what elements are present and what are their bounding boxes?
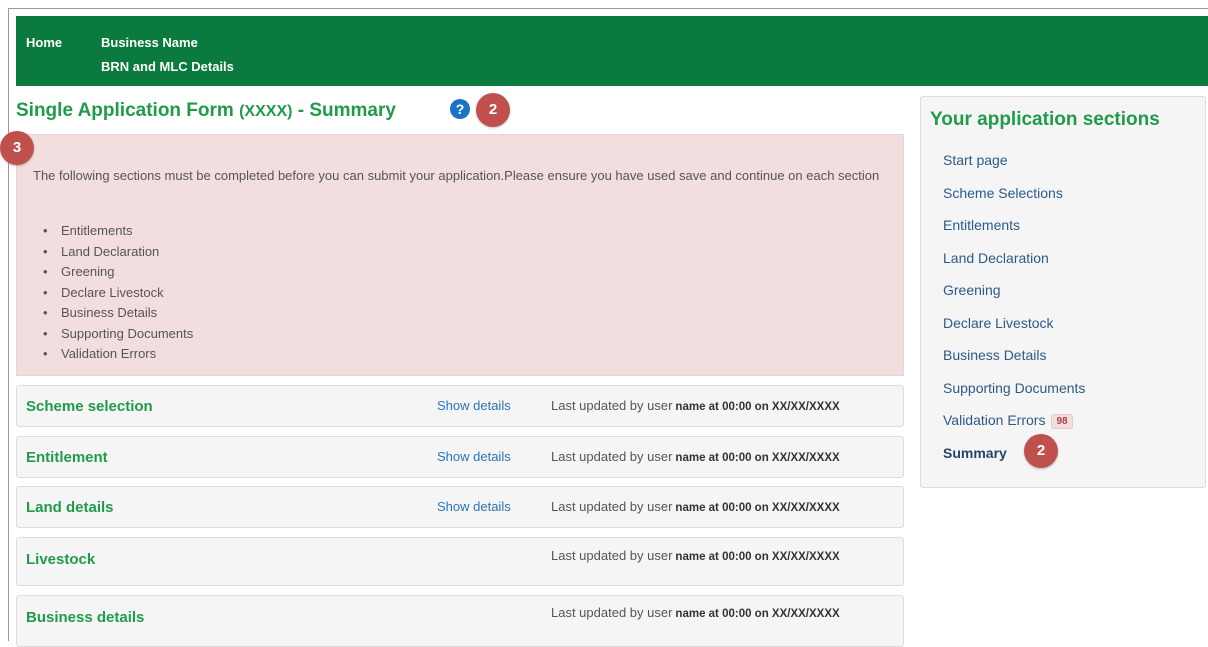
show-details-link[interactable]: Show details [437, 398, 511, 413]
list-item: Greening [39, 262, 193, 283]
sidebar-item-declare-livestock[interactable]: Declare Livestock [943, 315, 1085, 348]
business-name: Business Name [101, 35, 198, 50]
section-title: Business details [26, 609, 145, 626]
page-title: Single Application Form (XXXX) - Summary [16, 100, 396, 122]
callout-marker-alert: 3 [0, 131, 34, 165]
sidebar-item-label: Validation Errors [943, 412, 1046, 428]
list-item: Land Declaration [39, 242, 193, 263]
help-icon[interactable]: ? [450, 99, 470, 119]
sidebar-item-land-declaration[interactable]: Land Declaration [943, 250, 1085, 283]
sidebar-item-summary[interactable]: Summary [943, 445, 1085, 478]
list-item: Declare Livestock [39, 283, 193, 304]
section-panel-scheme-selection[interactable]: Scheme selection Show details Last updat… [16, 385, 904, 427]
section-panel-business-details[interactable]: Business details Last updated by user nam… [16, 595, 904, 647]
sidebar-item-business-details[interactable]: Business Details [943, 347, 1085, 380]
last-updated: Last updated by user name at 00:00 on XX/… [551, 449, 840, 464]
last-updated: Last updated by user name at 00:00 on XX/… [551, 548, 840, 563]
section-panel-land-details[interactable]: Land details Show details Last updated b… [16, 486, 904, 528]
page-title-code: (XXXX) [239, 103, 293, 120]
application-sections-sidebar: Your application sections Start page Sch… [920, 96, 1206, 488]
last-updated: Last updated by user name at 00:00 on XX/… [551, 499, 840, 514]
callout-marker-title: 2 [476, 93, 510, 127]
list-item: Supporting Documents [39, 324, 193, 345]
sidebar-item-validation-errors[interactable]: Validation Errors 98 [943, 412, 1085, 445]
error-count-badge: 98 [1051, 414, 1073, 429]
show-details-link[interactable]: Show details [437, 499, 511, 514]
last-updated: Last updated by user name at 00:00 on XX/… [551, 605, 840, 620]
section-title: Land details [26, 499, 114, 516]
page-title-suffix: - Summary [297, 100, 396, 121]
top-navigation-bar: Home Business Name BRN and MLC Details [16, 16, 1208, 86]
page-title-main: Single Application Form [16, 100, 234, 121]
sidebar-item-scheme-selections[interactable]: Scheme Selections [943, 185, 1085, 218]
section-title: Scheme selection [26, 398, 153, 415]
sidebar-nav: Start page Scheme Selections Entitlement… [943, 152, 1085, 477]
section-title: Livestock [26, 551, 96, 568]
last-updated: Last updated by user name at 00:00 on XX/… [551, 398, 840, 413]
section-panel-livestock[interactable]: Livestock Last updated by user name at 00… [16, 537, 904, 586]
callout-marker-summary: 2 [1024, 434, 1058, 468]
list-item: Validation Errors [39, 344, 193, 365]
section-title: Entitlement [26, 449, 108, 466]
sidebar-item-start-page[interactable]: Start page [943, 152, 1085, 185]
list-item: Entitlements [39, 221, 193, 242]
sidebar-item-greening[interactable]: Greening [943, 282, 1085, 315]
validation-alert: The following sections must be completed… [16, 134, 904, 376]
sidebar-item-entitlements[interactable]: Entitlements [943, 217, 1085, 250]
alert-message: The following sections must be completed… [33, 168, 880, 183]
sidebar-title: Your application sections [930, 109, 1160, 130]
sidebar-item-supporting-documents[interactable]: Supporting Documents [943, 380, 1085, 413]
incomplete-sections-list: Entitlements Land Declaration Greening D… [39, 221, 193, 365]
section-panel-entitlement[interactable]: Entitlement Show details Last updated by… [16, 436, 904, 478]
home-link[interactable]: Home [26, 35, 62, 50]
brn-mlc-details: BRN and MLC Details [101, 59, 234, 74]
list-item: Business Details [39, 303, 193, 324]
show-details-link[interactable]: Show details [437, 449, 511, 464]
